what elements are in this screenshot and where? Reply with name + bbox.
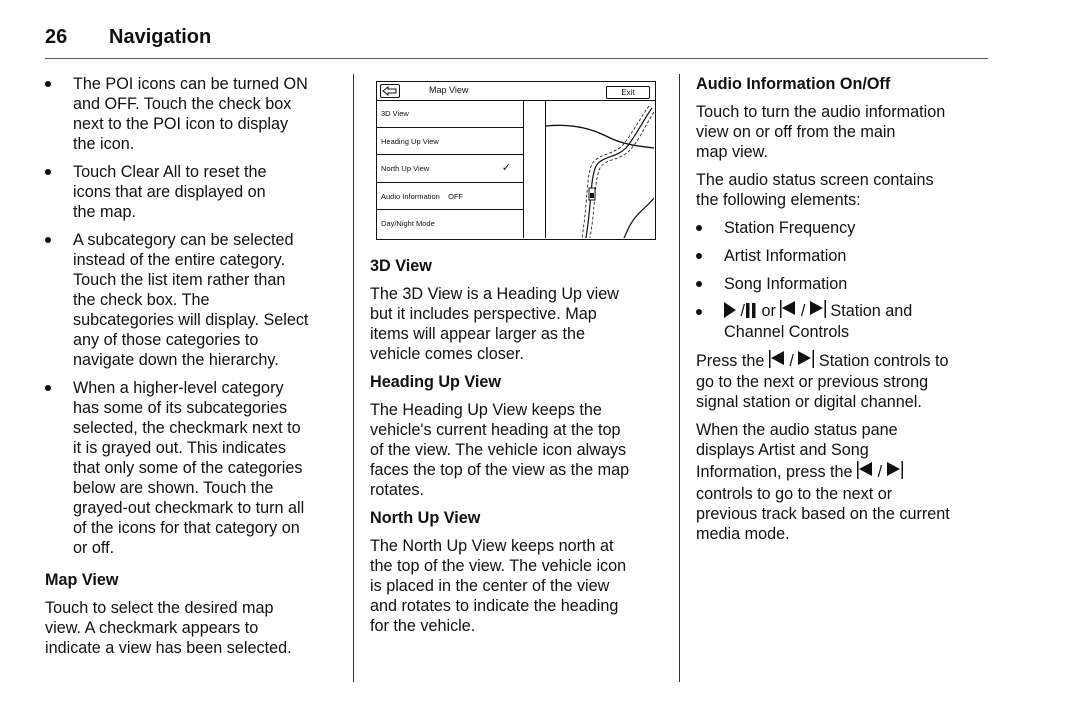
bullet-icon bbox=[45, 81, 51, 87]
map-view-screen-figure: Map View Exit 3D View Heading Up View Nort… bbox=[376, 81, 656, 240]
bullet-icon bbox=[696, 225, 702, 231]
column-3: Audio Information On/Off Touch to turn t… bbox=[696, 74, 986, 552]
screen-menu-item[interactable]: North Up View ✓ bbox=[377, 155, 523, 183]
screen-title: Map View bbox=[429, 85, 469, 95]
press-station-paragraph: Press the / Station controls to go to th… bbox=[696, 350, 949, 411]
map-view-paragraph: Touch to select the desired map view. A c… bbox=[45, 599, 292, 657]
column-divider-2 bbox=[679, 74, 680, 682]
section-heading: Heading Up View bbox=[370, 373, 502, 391]
list-item: Station Frequency bbox=[696, 218, 986, 238]
seek-forward-icon bbox=[809, 300, 826, 318]
list-item: A subcategory can be selected instead of … bbox=[45, 230, 345, 370]
play-icon bbox=[724, 302, 736, 318]
seek-back-icon bbox=[768, 350, 784, 368]
bullet-icon bbox=[45, 237, 51, 243]
section-paragraph: The 3D View is a Heading Up view but it i… bbox=[370, 285, 619, 363]
when-audio-paragraph: When the audio status pane displays Arti… bbox=[696, 421, 950, 543]
screen-menu-item[interactable]: Audio Information OFF bbox=[377, 183, 523, 211]
bullet-icon bbox=[45, 169, 51, 175]
screen-menu-item[interactable]: Heading Up View bbox=[377, 128, 523, 156]
section-paragraph: The Heading Up View keeps the vehicle's c… bbox=[370, 401, 630, 499]
section-paragraph: The North Up View keeps north at the top … bbox=[370, 537, 627, 635]
map-road bbox=[546, 124, 654, 149]
audio-info-paragraph-2: The audio status screen contains the foll… bbox=[696, 171, 934, 209]
list-item-controls: / or / Station and Channel Controls bbox=[696, 300, 986, 342]
list-item: Song Information bbox=[696, 274, 986, 294]
seek-forward-icon bbox=[798, 350, 815, 368]
checkmark-icon: ✓ bbox=[501, 162, 511, 175]
seek-back-icon bbox=[780, 300, 796, 318]
audio-info-heading: Audio Information On/Off bbox=[696, 75, 891, 93]
seek-forward-icon bbox=[886, 461, 903, 479]
seek-back-icon bbox=[857, 461, 873, 479]
audio-info-paragraph-1: Touch to turn the audio information view … bbox=[696, 103, 946, 161]
header-divider bbox=[45, 58, 988, 59]
map-route-dashed-right bbox=[589, 111, 654, 238]
screen-strip bbox=[523, 100, 546, 238]
screen-top-bar: Map View Exit bbox=[377, 82, 655, 101]
back-arrow-icon[interactable] bbox=[380, 84, 400, 98]
column-divider-1 bbox=[353, 74, 354, 682]
map-route bbox=[585, 107, 653, 238]
screen-menu-item[interactable]: 3D View bbox=[377, 100, 523, 128]
bullet-icon bbox=[696, 281, 702, 287]
pause-icon bbox=[746, 303, 756, 318]
map-route-dashed-left bbox=[581, 105, 650, 238]
map-area bbox=[546, 105, 654, 238]
bullet-icon bbox=[45, 385, 51, 391]
column-2: 3D View The 3D View is a Heading Up view b… bbox=[370, 256, 670, 644]
map-road-2 bbox=[623, 197, 654, 238]
audio-elements-list: Station Frequency Artist Information Song … bbox=[696, 218, 986, 294]
section-heading: North Up View bbox=[370, 509, 481, 527]
list-item: Touch Clear All to reset the icons that a… bbox=[45, 162, 345, 222]
bullet-icon bbox=[696, 253, 702, 259]
list-item: The POI icons can be turned ON and OFF. T… bbox=[45, 74, 345, 154]
section-heading: 3D View bbox=[370, 257, 432, 275]
section-title: Navigation bbox=[109, 26, 212, 48]
bullet-icon bbox=[696, 309, 702, 315]
screen-menu-item[interactable]: Day/Night Mode bbox=[377, 210, 523, 238]
list-item: Artist Information bbox=[696, 246, 986, 266]
exit-button[interactable]: Exit bbox=[606, 86, 650, 99]
map-view-heading: Map View bbox=[45, 571, 119, 589]
page-number: 26 bbox=[45, 26, 68, 48]
list-item: When a higher-level category has some of … bbox=[45, 378, 345, 558]
screen-menu: 3D View Heading Up View North Up View ✓ Audi… bbox=[377, 100, 524, 238]
column-1: The POI icons can be turned ON and OFF. T… bbox=[45, 74, 345, 666]
poi-bullet-list: The POI icons can be turned ON and OFF. T… bbox=[45, 74, 345, 558]
